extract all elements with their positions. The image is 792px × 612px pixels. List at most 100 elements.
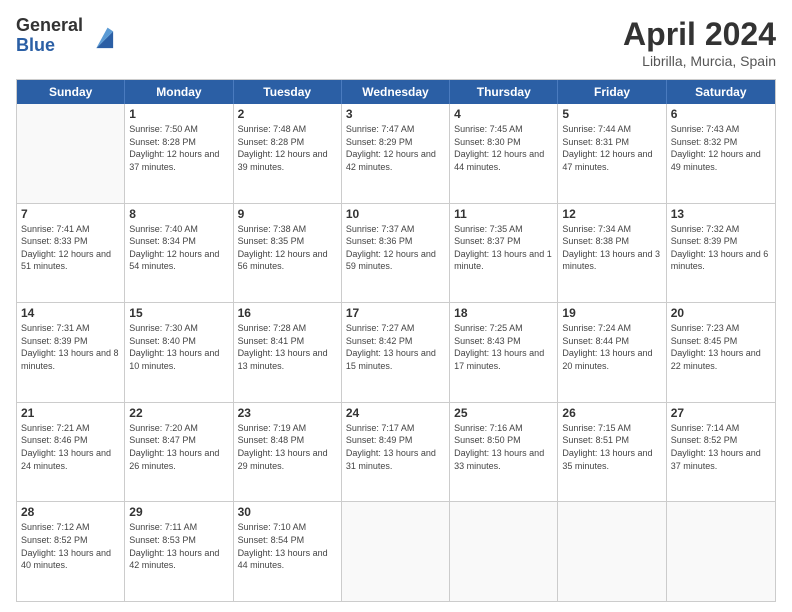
day-number: 5: [562, 107, 661, 121]
day-number: 12: [562, 207, 661, 221]
day-number: 19: [562, 306, 661, 320]
day-number: 24: [346, 406, 445, 420]
cell-info: Sunrise: 7:44 AMSunset: 8:31 PMDaylight:…: [562, 124, 652, 172]
title-block: April 2024 Librilla, Murcia, Spain: [623, 16, 776, 69]
calendar-cell-r1-c4: 11 Sunrise: 7:35 AMSunset: 8:37 PMDayligh…: [450, 204, 558, 303]
cell-info: Sunrise: 7:37 AMSunset: 8:36 PMDaylight:…: [346, 224, 436, 272]
calendar-cell-r4-c5: [558, 502, 666, 601]
cell-info: Sunrise: 7:35 AMSunset: 8:37 PMDaylight:…: [454, 224, 552, 272]
calendar: Sunday Monday Tuesday Wednesday Thursday…: [16, 79, 776, 602]
cell-info: Sunrise: 7:28 AMSunset: 8:41 PMDaylight:…: [238, 323, 328, 371]
calendar-cell-r0-c3: 3 Sunrise: 7:47 AMSunset: 8:29 PMDaylight…: [342, 104, 450, 203]
calendar-cell-r0-c2: 2Sunrise: 7:48 AMSunset: 8:28 PMDaylight…: [234, 104, 342, 203]
cell-info: Sunrise: 7:14 AMSunset: 8:52 PMDaylight:…: [671, 423, 761, 471]
weekday-monday: Monday: [125, 80, 233, 104]
day-number: 3: [346, 107, 445, 121]
cell-info: Sunrise: 7:27 AMSunset: 8:42 PMDaylight:…: [346, 323, 436, 371]
calendar-cell-r4-c0: 28 Sunrise: 7:12 AMSunset: 8:52 PMDayligh…: [17, 502, 125, 601]
day-number: 10: [346, 207, 445, 221]
calendar-cell-r0-c6: 6 Sunrise: 7:43 AMSunset: 8:32 PMDaylight…: [667, 104, 775, 203]
day-number: 11: [454, 207, 553, 221]
calendar-cell-r3-c6: 27 Sunrise: 7:14 AMSunset: 8:52 PMDayligh…: [667, 403, 775, 502]
cell-info: Sunrise: 7:17 AMSunset: 8:49 PMDaylight:…: [346, 423, 436, 471]
calendar-row-4: 28 Sunrise: 7:12 AMSunset: 8:52 PMDayligh…: [17, 502, 775, 601]
cell-info: Sunrise: 7:45 AMSunset: 8:30 PMDaylight:…: [454, 124, 544, 172]
logo-icon: [87, 22, 115, 50]
weekday-thursday: Thursday: [450, 80, 558, 104]
cell-info: Sunrise: 7:48 AMSunset: 8:28 PMDaylight:…: [238, 124, 328, 172]
main-title: April 2024: [623, 16, 776, 53]
day-number: 21: [21, 406, 120, 420]
day-number: 4: [454, 107, 553, 121]
cell-info: Sunrise: 7:12 AMSunset: 8:52 PMDaylight:…: [21, 522, 111, 570]
day-number: 6: [671, 107, 771, 121]
calendar-cell-r0-c4: 4 Sunrise: 7:45 AMSunset: 8:30 PMDaylight…: [450, 104, 558, 203]
calendar-row-3: 21 Sunrise: 7:21 AMSunset: 8:46 PMDayligh…: [17, 403, 775, 503]
cell-info: Sunrise: 7:41 AMSunset: 8:33 PMDaylight:…: [21, 224, 111, 272]
day-number: 18: [454, 306, 553, 320]
calendar-cell-r1-c2: 9Sunrise: 7:38 AMSunset: 8:35 PMDaylight…: [234, 204, 342, 303]
cell-info: Sunrise: 7:30 AMSunset: 8:40 PMDaylight:…: [129, 323, 219, 371]
weekday-saturday: Saturday: [667, 80, 775, 104]
weekday-tuesday: Tuesday: [234, 80, 342, 104]
cell-info: Sunrise: 7:50 AMSunset: 8:28 PMDaylight:…: [129, 124, 219, 172]
calendar-row-2: 14Sunrise: 7:31 AMSunset: 8:39 PMDayligh…: [17, 303, 775, 403]
cell-info: Sunrise: 7:32 AMSunset: 8:39 PMDaylight:…: [671, 224, 769, 272]
calendar-cell-r2-c2: 16 Sunrise: 7:28 AMSunset: 8:41 PMDayligh…: [234, 303, 342, 402]
day-number: 25: [454, 406, 553, 420]
logo-general: General: [16, 16, 83, 36]
cell-info: Sunrise: 7:25 AMSunset: 8:43 PMDaylight:…: [454, 323, 544, 371]
calendar-cell-r2-c6: 20Sunrise: 7:23 AMSunset: 8:45 PMDayligh…: [667, 303, 775, 402]
day-number: 13: [671, 207, 771, 221]
calendar-cell-r1-c3: 10 Sunrise: 7:37 AMSunset: 8:36 PMDayligh…: [342, 204, 450, 303]
calendar-cell-r4-c1: 29Sunrise: 7:11 AMSunset: 8:53 PMDayligh…: [125, 502, 233, 601]
calendar-cell-r1-c5: 12Sunrise: 7:34 AMSunset: 8:38 PMDayligh…: [558, 204, 666, 303]
cell-info: Sunrise: 7:40 AMSunset: 8:34 PMDaylight:…: [129, 224, 219, 272]
calendar-cell-r2-c5: 19 Sunrise: 7:24 AMSunset: 8:44 PMDayligh…: [558, 303, 666, 402]
calendar-row-1: 7 Sunrise: 7:41 AMSunset: 8:33 PMDaylight…: [17, 204, 775, 304]
calendar-cell-r2-c4: 18 Sunrise: 7:25 AMSunset: 8:43 PMDayligh…: [450, 303, 558, 402]
day-number: 8: [129, 207, 228, 221]
calendar-cell-r1-c1: 8 Sunrise: 7:40 AMSunset: 8:34 PMDaylight…: [125, 204, 233, 303]
cell-info: Sunrise: 7:16 AMSunset: 8:50 PMDaylight:…: [454, 423, 544, 471]
day-number: 7: [21, 207, 120, 221]
day-number: 26: [562, 406, 661, 420]
calendar-cell-r2-c0: 14Sunrise: 7:31 AMSunset: 8:39 PMDayligh…: [17, 303, 125, 402]
day-number: 15: [129, 306, 228, 320]
day-number: 17: [346, 306, 445, 320]
day-number: 16: [238, 306, 337, 320]
cell-info: Sunrise: 7:47 AMSunset: 8:29 PMDaylight:…: [346, 124, 436, 172]
cell-info: Sunrise: 7:24 AMSunset: 8:44 PMDaylight:…: [562, 323, 652, 371]
weekday-sunday: Sunday: [17, 80, 125, 104]
cell-info: Sunrise: 7:20 AMSunset: 8:47 PMDaylight:…: [129, 423, 219, 471]
calendar-cell-r3-c4: 25 Sunrise: 7:16 AMSunset: 8:50 PMDayligh…: [450, 403, 558, 502]
weekday-wednesday: Wednesday: [342, 80, 450, 104]
calendar-cell-r3-c5: 26 Sunrise: 7:15 AMSunset: 8:51 PMDayligh…: [558, 403, 666, 502]
cell-info: Sunrise: 7:21 AMSunset: 8:46 PMDaylight:…: [21, 423, 111, 471]
calendar-cell-r0-c1: 1Sunrise: 7:50 AMSunset: 8:28 PMDaylight…: [125, 104, 233, 203]
cell-info: Sunrise: 7:43 AMSunset: 8:32 PMDaylight:…: [671, 124, 761, 172]
calendar-cell-r2-c3: 17 Sunrise: 7:27 AMSunset: 8:42 PMDayligh…: [342, 303, 450, 402]
day-number: 23: [238, 406, 337, 420]
calendar-header: Sunday Monday Tuesday Wednesday Thursday…: [17, 80, 775, 104]
calendar-cell-r4-c4: [450, 502, 558, 601]
logo: General Blue: [16, 16, 115, 56]
cell-info: Sunrise: 7:11 AMSunset: 8:53 PMDaylight:…: [129, 522, 219, 570]
calendar-body: 1Sunrise: 7:50 AMSunset: 8:28 PMDaylight…: [17, 104, 775, 601]
calendar-cell-r1-c0: 7 Sunrise: 7:41 AMSunset: 8:33 PMDaylight…: [17, 204, 125, 303]
day-number: 22: [129, 406, 228, 420]
calendar-cell-r2-c1: 15 Sunrise: 7:30 AMSunset: 8:40 PMDayligh…: [125, 303, 233, 402]
calendar-cell-r4-c3: [342, 502, 450, 601]
calendar-cell-r3-c3: 24 Sunrise: 7:17 AMSunset: 8:49 PMDayligh…: [342, 403, 450, 502]
day-number: 20: [671, 306, 771, 320]
cell-info: Sunrise: 7:38 AMSunset: 8:35 PMDaylight:…: [238, 224, 328, 272]
calendar-row-0: 1Sunrise: 7:50 AMSunset: 8:28 PMDaylight…: [17, 104, 775, 204]
logo-blue: Blue: [16, 36, 83, 56]
calendar-cell-r3-c0: 21 Sunrise: 7:21 AMSunset: 8:46 PMDayligh…: [17, 403, 125, 502]
subtitle: Librilla, Murcia, Spain: [623, 53, 776, 69]
cell-info: Sunrise: 7:19 AMSunset: 8:48 PMDaylight:…: [238, 423, 328, 471]
calendar-cell-r0-c5: 5 Sunrise: 7:44 AMSunset: 8:31 PMDaylight…: [558, 104, 666, 203]
cell-info: Sunrise: 7:15 AMSunset: 8:51 PMDaylight:…: [562, 423, 652, 471]
day-number: 28: [21, 505, 120, 519]
day-number: 27: [671, 406, 771, 420]
